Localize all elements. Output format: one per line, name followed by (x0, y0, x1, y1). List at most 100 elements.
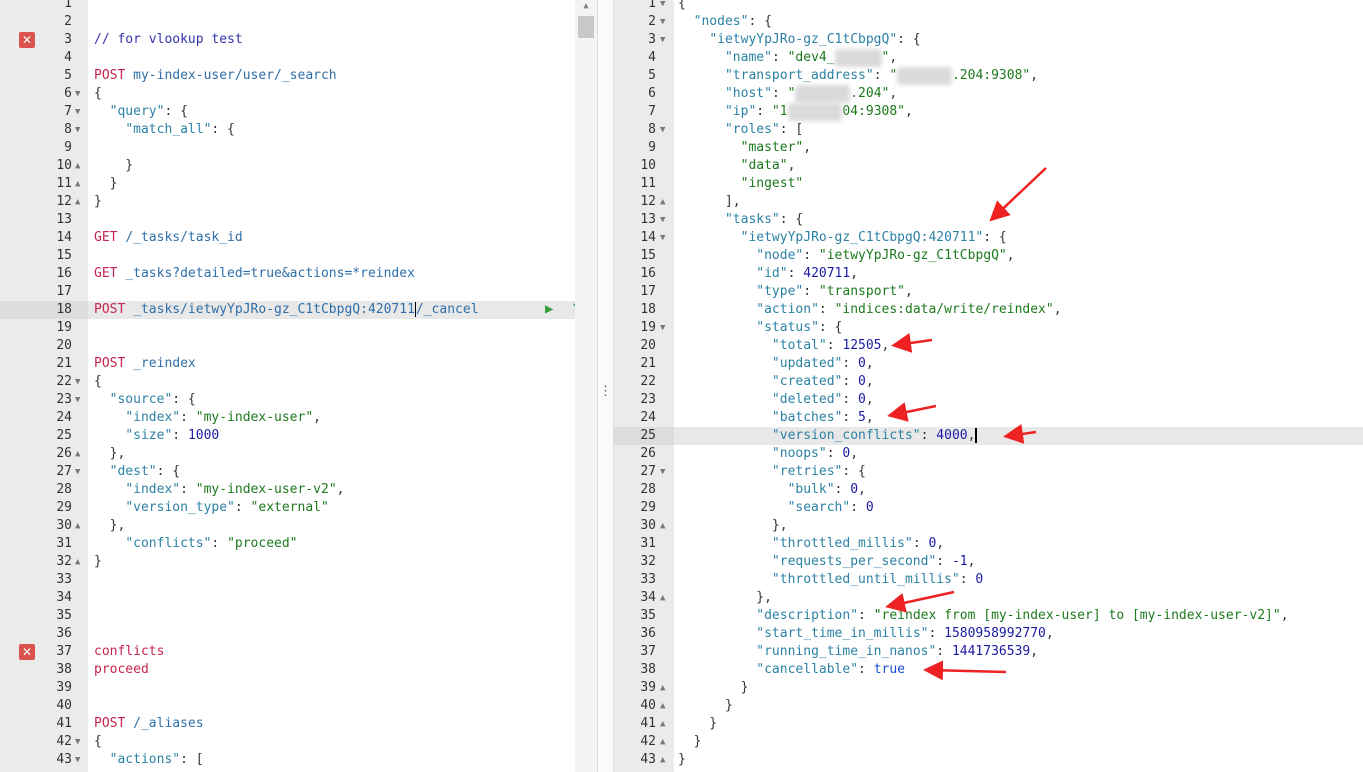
code-text[interactable]: "actions": [ (94, 751, 204, 769)
code-line[interactable]: 18 "action": "indices:data/write/reindex… (614, 301, 1363, 319)
code-line[interactable]: 4 "name": "dev4_xxxxxx", (614, 49, 1363, 67)
code-line[interactable]: 2 (0, 13, 575, 31)
code-line[interactable]: 33 "throttled_until_millis": 0 (614, 571, 1363, 589)
code-text[interactable]: "conflicts": "proceed" (94, 535, 297, 553)
code-line[interactable]: 36 (0, 625, 575, 643)
code-text[interactable]: "version_conflicts": 4000, (678, 427, 978, 445)
code-text[interactable]: "ietwyYpJRo-gz_C1tCbpgQ": { (678, 31, 920, 49)
code-line[interactable]: 43 ▼ "actions": [ (0, 751, 575, 769)
code-line[interactable]: 16 "id": 420711, (614, 265, 1363, 283)
code-text[interactable]: "match_all": { (94, 121, 235, 139)
code-line[interactable]: 35 "description": "reindex from [my-inde… (614, 607, 1363, 625)
code-text[interactable]: "cancellable": true (678, 661, 905, 679)
code-line[interactable]: ✕ 37 conflicts (0, 643, 575, 661)
code-line[interactable]: 34 ▲ }, (614, 589, 1363, 607)
code-line[interactable]: 31 "conflicts": "proceed" (0, 535, 575, 553)
code-line[interactable]: 4 (0, 49, 575, 67)
code-line[interactable]: 42 ▲ } (614, 733, 1363, 751)
code-line[interactable]: 29 "search": 0 (614, 499, 1363, 517)
response-viewer[interactable]: 1 ▼{2 ▼ "nodes": {3 ▼ "ietwyYpJRo-gz_C1tCbp… (614, 0, 1363, 772)
code-text[interactable]: } (678, 733, 702, 751)
fold-close-icon[interactable]: ▲ (660, 733, 665, 751)
code-line[interactable]: 25 "version_conflicts": 4000, (614, 427, 1363, 445)
code-line[interactable]: 33 (0, 571, 575, 589)
scroll-up-arrow-icon[interactable]: ▲ (580, 0, 592, 12)
code-line[interactable]: 14 ▼ "ietwyYpJRo-gz_C1tCbpgQ:420711": { (614, 229, 1363, 247)
code-line[interactable]: 17 "type": "transport", (614, 283, 1363, 301)
fold-open-icon[interactable]: ▼ (75, 463, 80, 481)
code-line[interactable]: 15 "node": "ietwyYpJRo-gz_C1tCbpgQ", (614, 247, 1363, 265)
code-line[interactable]: 30 ▲ }, (0, 517, 575, 535)
code-line[interactable]: 3 ▼ "ietwyYpJRo-gz_C1tCbpgQ": { (614, 31, 1363, 49)
code-text[interactable]: } (678, 715, 717, 733)
code-text[interactable]: "transport_address": "1.2.3.4.204:9308", (678, 67, 1038, 85)
code-text[interactable]: POST _reindex (94, 355, 196, 373)
code-text[interactable]: } (94, 193, 102, 211)
code-text[interactable]: "data", (678, 157, 796, 175)
fold-close-icon[interactable]: ▲ (660, 193, 665, 211)
fold-close-icon[interactable]: ▲ (660, 715, 665, 733)
fold-close-icon[interactable]: ▲ (660, 751, 665, 769)
code-text[interactable]: conflicts (94, 643, 164, 661)
code-line[interactable]: 13 ▼ "tasks": { (614, 211, 1363, 229)
code-line[interactable]: 17 (0, 283, 575, 301)
code-text[interactable]: "batches": 5, (678, 409, 874, 427)
code-text[interactable]: "running_time_in_nanos": 1441736539, (678, 643, 1038, 661)
fold-open-icon[interactable]: ▼ (75, 751, 80, 769)
code-line[interactable]: 1 ▼ { (614, 0, 1363, 13)
code-line[interactable]: 38 "cancellable": true (614, 661, 1363, 679)
code-text[interactable]: "requests_per_second": -1, (678, 553, 976, 571)
code-line[interactable]: 20 (0, 337, 575, 355)
request-editor[interactable]: 1 2 ✕ 3// for vlookup test 4 5 POST my-index-u… (0, 0, 575, 772)
code-line[interactable]: 36 "start_time_in_millis": 1580958992770… (614, 625, 1363, 643)
fold-close-icon[interactable]: ▲ (75, 517, 80, 535)
code-text[interactable]: GET /_tasks/task_id (94, 229, 243, 247)
code-line[interactable]: 28 "index": "my-index-user-v2", (0, 481, 575, 499)
fold-open-icon[interactable]: ▼ (75, 103, 80, 121)
code-line[interactable]: 2 ▼ "nodes": { (614, 13, 1363, 31)
response-viewer-lines[interactable]: 1 ▼{2 ▼ "nodes": {3 ▼ "ietwyYpJRo-gz_C1tCbp… (614, 0, 1363, 769)
code-text[interactable]: "status": { (678, 319, 842, 337)
code-text[interactable]: "master", (678, 139, 811, 157)
fold-close-icon[interactable]: ▲ (660, 679, 665, 697)
code-line[interactable]: 9 (0, 139, 575, 157)
code-text[interactable]: "created": 0, (678, 373, 874, 391)
code-line[interactable]: 31 "throttled_millis": 0, (614, 535, 1363, 553)
code-line[interactable]: 21 "updated": 0, (614, 355, 1363, 373)
code-line[interactable]: 38 proceed (0, 661, 575, 679)
code-text[interactable]: } (94, 157, 133, 175)
fold-close-icon[interactable]: ▲ (75, 553, 80, 571)
fold-open-icon[interactable]: ▼ (660, 319, 665, 337)
fold-open-icon[interactable]: ▼ (660, 0, 665, 13)
code-text[interactable]: "ietwyYpJRo-gz_C1tCbpgQ:420711": { (678, 229, 1007, 247)
fold-open-icon[interactable]: ▼ (660, 211, 665, 229)
code-text[interactable]: } (94, 175, 118, 193)
code-text[interactable]: "size": 1000 (94, 427, 219, 445)
code-text[interactable]: "bulk": 0, (678, 481, 866, 499)
code-text[interactable]: { (94, 373, 102, 391)
fold-open-icon[interactable]: ▼ (75, 733, 80, 751)
code-line[interactable]: 25 "size": 1000 (0, 427, 575, 445)
play-icon[interactable]: ▶ (545, 301, 561, 317)
code-text[interactable]: "noops": 0, (678, 445, 858, 463)
code-text[interactable]: "ingest" (678, 175, 804, 193)
code-text[interactable]: POST /_aliases (94, 715, 204, 733)
code-line[interactable]: 9 "master", (614, 139, 1363, 157)
fold-close-icon[interactable]: ▲ (75, 157, 80, 175)
code-line[interactable]: 24 "index": "my-index-user", (0, 409, 575, 427)
code-line[interactable]: 11 ▲ } (0, 175, 575, 193)
code-line[interactable]: 13 (0, 211, 575, 229)
fold-open-icon[interactable]: ▼ (75, 121, 80, 139)
code-text[interactable]: "deleted": 0, (678, 391, 874, 409)
code-line[interactable]: 7 ▼ "query": { (0, 103, 575, 121)
code-line[interactable]: 7 "ip": "12.3.4.204:9308", (614, 103, 1363, 121)
code-text[interactable]: "host": "1.2.3.4.204", (678, 85, 897, 103)
code-line[interactable]: 10 ▲ } (0, 157, 575, 175)
code-line[interactable]: 23 "deleted": 0, (614, 391, 1363, 409)
code-line[interactable]: 26 ▲ }, (0, 445, 575, 463)
code-text[interactable]: POST _tasks/ietwyYpJRo-gz_C1tCbpgQ:42071… (94, 301, 479, 319)
request-editor-lines[interactable]: 1 2 ✕ 3// for vlookup test 4 5 POST my-index-u… (0, 0, 575, 769)
fold-close-icon[interactable]: ▲ (660, 517, 665, 535)
code-line[interactable]: 26 "noops": 0, (614, 445, 1363, 463)
fold-open-icon[interactable]: ▼ (75, 85, 80, 103)
